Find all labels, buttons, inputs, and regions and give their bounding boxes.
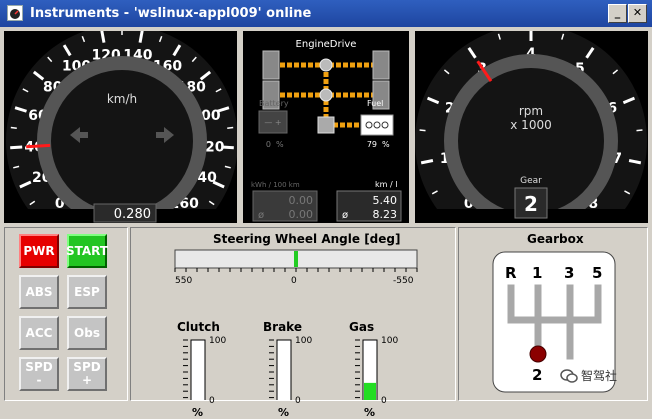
abs-button[interactable]: ABS	[19, 275, 59, 309]
gear-label-3[interactable]: 3	[564, 264, 574, 282]
brake-max-label: 100	[295, 336, 313, 346]
motor-icon	[317, 116, 335, 134]
start-button[interactable]: START	[66, 234, 108, 268]
speedometer-panel: 020406080100120140160180200220240260 km/…	[4, 31, 237, 223]
instrument-cluster: 020406080100120140160180200220240260 km/…	[0, 27, 652, 419]
speed-unit-label: km/h	[107, 92, 137, 106]
esp-button[interactable]: ESP	[67, 275, 107, 309]
battery-unit: %	[276, 140, 284, 149]
steering-pedals-panel: Steering Wheel Angle [deg] 550 0 -550 Cl…	[130, 227, 456, 419]
speed-tick	[227, 126, 234, 129]
battery-label: Battery	[259, 99, 289, 108]
kwh-value: 0.00	[289, 194, 314, 207]
gear-knob[interactable]	[529, 345, 547, 363]
spd-plus-button[interactable]: SPD +	[67, 357, 107, 391]
fuel-unit: %	[382, 140, 390, 149]
instruments-window: Instruments - 'wslinux-appl009' online _…	[0, 0, 652, 419]
kml-avg-symbol: ø	[342, 210, 348, 221]
battery-value: 0	[266, 140, 271, 149]
kwh-avg-value: 0.00	[289, 208, 314, 221]
rpm-multiplier-label: x 1000	[510, 118, 551, 132]
brake-label: Brake	[263, 320, 302, 334]
tachometer-panel: 012345678 rpm x 1000 Gear 2	[415, 31, 648, 223]
control-buttons-panel: PWR START ABS ESP ACC Obs SPD - SPD +	[4, 227, 128, 401]
brake-unit: %	[278, 406, 290, 419]
gas-fill	[364, 382, 376, 400]
gearbox-shifter	[492, 251, 616, 393]
speedometer-gauge: 020406080100120140160180200220240260 km/…	[4, 31, 237, 223]
gearbox-panel: Gearbox R1352	[458, 227, 648, 401]
watermark: 智驾社	[560, 367, 617, 384]
speed-tick	[10, 145, 23, 150]
front-left-wheel-icon	[262, 50, 280, 80]
gear-label-r[interactable]: R	[505, 264, 517, 282]
rpm-unit-label: rpm	[519, 104, 543, 118]
speed-tick	[10, 126, 17, 129]
steering-right-label: -550	[393, 276, 414, 286]
gear-label-5[interactable]: 5	[592, 264, 602, 282]
pwr-button[interactable]: PWR	[19, 234, 59, 268]
kml-label: km / l	[375, 180, 397, 189]
obs-button[interactable]: Obs	[67, 316, 107, 350]
rear-differential-icon	[319, 88, 333, 102]
wechat-icon	[560, 368, 578, 383]
watermark-text: 智驾社	[581, 369, 618, 383]
speed-tick	[100, 31, 106, 43]
rpm-tick	[419, 129, 426, 132]
kwh-avg-symbol: ø	[258, 210, 264, 221]
kml-avg-value: 8.23	[373, 208, 398, 221]
acc-button[interactable]: ACC	[19, 316, 59, 350]
odometer-value: 0.280	[114, 207, 151, 222]
gas-label: Gas	[349, 320, 375, 334]
fuel-label: Fuel	[367, 99, 383, 108]
clutch-max-label: 100	[209, 336, 227, 346]
front-right-wheel-icon	[372, 50, 390, 80]
window-title: Instruments - 'wslinux-appl009' online	[30, 6, 312, 21]
clutch-unit: %	[192, 406, 204, 419]
gear-value: 2	[524, 192, 538, 216]
engine-drive-title: EngineDrive	[296, 39, 357, 50]
speed-needle	[26, 143, 51, 149]
engine-drive-panel: EngineDrive Battery — + 0 % Fuel 79 % kW…	[243, 31, 409, 223]
kwh-label: kWh / 100 km	[251, 181, 300, 189]
close-button[interactable]: ✕	[628, 4, 647, 23]
gas-unit: %	[364, 406, 376, 419]
spd-minus-button[interactable]: SPD -	[19, 357, 59, 391]
brake-gauge	[276, 339, 292, 400]
gear-label: Gear	[520, 176, 542, 186]
battery-terminals: — +	[264, 118, 281, 127]
rpm-tick	[636, 129, 643, 132]
gas-max-label: 100	[381, 336, 399, 346]
minimize-button[interactable]: _	[608, 4, 627, 23]
app-gauge-icon	[7, 5, 23, 21]
kml-value: 5.40	[373, 194, 398, 207]
steering-pedals-graphics	[174, 249, 418, 400]
clutch-label: Clutch	[177, 320, 220, 334]
front-differential-icon	[319, 58, 333, 72]
fuel-value: 79	[367, 140, 377, 149]
gear-label-1[interactable]: 1	[532, 264, 542, 282]
tachometer-gauge: 012345678 rpm x 1000 Gear 2	[415, 31, 648, 223]
steering-left-label: 550	[175, 276, 193, 286]
speed-tick	[138, 31, 144, 43]
clutch-gauge	[190, 339, 206, 400]
steering-indicator	[294, 251, 298, 267]
engine-drive-diagram: EngineDrive Battery — + 0 % Fuel 79 % kW…	[251, 39, 402, 222]
title-bar[interactable]: Instruments - 'wslinux-appl009' online _…	[0, 0, 652, 27]
gear-label-2[interactable]: 2	[532, 366, 542, 384]
steering-center-label: 0	[291, 276, 297, 286]
